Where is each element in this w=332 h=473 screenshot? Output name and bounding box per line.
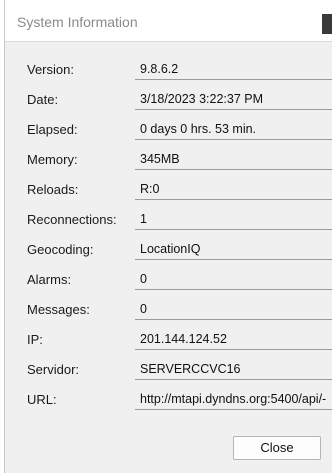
field-value-elapsed: 0 days 0 hrs. 53 min. xyxy=(140,122,257,136)
field-row-alarms: Alarms: 0 xyxy=(5,267,332,293)
field-value-alarms: 0 xyxy=(140,272,147,286)
field-row-geocoding: Geocoding: LocationIQ xyxy=(5,237,332,263)
field-value-box-ip: 201.144.124.52 xyxy=(135,328,332,350)
field-label-reloads: Reloads: xyxy=(27,182,79,197)
field-row-url: URL: http://mtapi.dyndns.org:5400/api/- xyxy=(5,387,332,413)
field-row-messages: Messages: 0 xyxy=(5,297,332,323)
field-label-reconnections: Reconnections: xyxy=(27,212,117,227)
field-value-box-elapsed: 0 days 0 hrs. 53 min. xyxy=(135,118,332,140)
field-value-box-messages: 0 xyxy=(135,298,332,320)
field-label-geocoding: Geocoding: xyxy=(27,242,94,257)
field-value-messages: 0 xyxy=(140,302,147,316)
field-value-date: 3/18/2023 3:22:37 PM xyxy=(140,92,264,106)
field-row-servidor: Servidor: SERVERCCVC16 xyxy=(5,357,332,383)
field-label-messages: Messages: xyxy=(27,302,90,317)
dialog-title: System Information xyxy=(17,14,138,30)
field-row-ip: IP: 201.144.124.52 xyxy=(5,327,332,353)
field-value-box-geocoding: LocationIQ xyxy=(135,238,332,260)
field-row-elapsed: Elapsed: 0 days 0 hrs. 53 min. xyxy=(5,117,332,143)
field-row-reloads: Reloads: R:0 xyxy=(5,177,332,203)
field-label-servidor: Servidor: xyxy=(27,362,80,377)
field-value-box-reloads: R:0 xyxy=(135,178,332,200)
system-information-dialog: System Information Version: 9.8.6.2 Date… xyxy=(4,0,332,473)
field-row-version: Version: 9.8.6.2 xyxy=(5,57,332,83)
field-value-reloads: R:0 xyxy=(140,182,160,196)
field-value-box-servidor: SERVERCCVC16 xyxy=(135,358,332,380)
field-value-geocoding: LocationIQ xyxy=(140,242,201,256)
field-label-memory: Memory: xyxy=(27,152,78,167)
field-value-box-version: 9.8.6.2 xyxy=(135,58,332,80)
field-row-memory: Memory: 345MB xyxy=(5,147,332,173)
close-button[interactable]: Close xyxy=(233,436,321,460)
field-value-box-date: 3/18/2023 3:22:37 PM xyxy=(135,88,332,110)
field-value-url: http://mtapi.dyndns.org:5400/api/- xyxy=(140,392,327,406)
field-label-version: Version: xyxy=(27,62,74,77)
field-label-date: Date: xyxy=(27,92,59,107)
field-value-version: 9.8.6.2 xyxy=(140,62,179,76)
field-label-elapsed: Elapsed: xyxy=(27,122,78,137)
field-label-alarms: Alarms: xyxy=(27,272,72,287)
field-value-box-reconnections: 1 xyxy=(135,208,332,230)
field-value-servidor: SERVERCCVC16 xyxy=(140,362,241,376)
field-value-box-url: http://mtapi.dyndns.org:5400/api/- xyxy=(135,388,332,410)
field-row-date: Date: 3/18/2023 3:22:37 PM xyxy=(5,87,332,113)
dialog-titlebar[interactable]: System Information xyxy=(5,0,332,42)
field-value-box-memory: 345MB xyxy=(135,148,332,170)
field-value-ip: 201.144.124.52 xyxy=(140,332,227,346)
titlebar-edge xyxy=(322,14,332,34)
field-label-url: URL: xyxy=(27,392,57,407)
field-label-ip: IP: xyxy=(27,332,43,347)
field-value-memory: 345MB xyxy=(140,152,180,166)
field-value-box-alarms: 0 xyxy=(135,268,332,290)
field-row-reconnections: Reconnections: 1 xyxy=(5,207,332,233)
field-value-reconnections: 1 xyxy=(140,212,147,226)
